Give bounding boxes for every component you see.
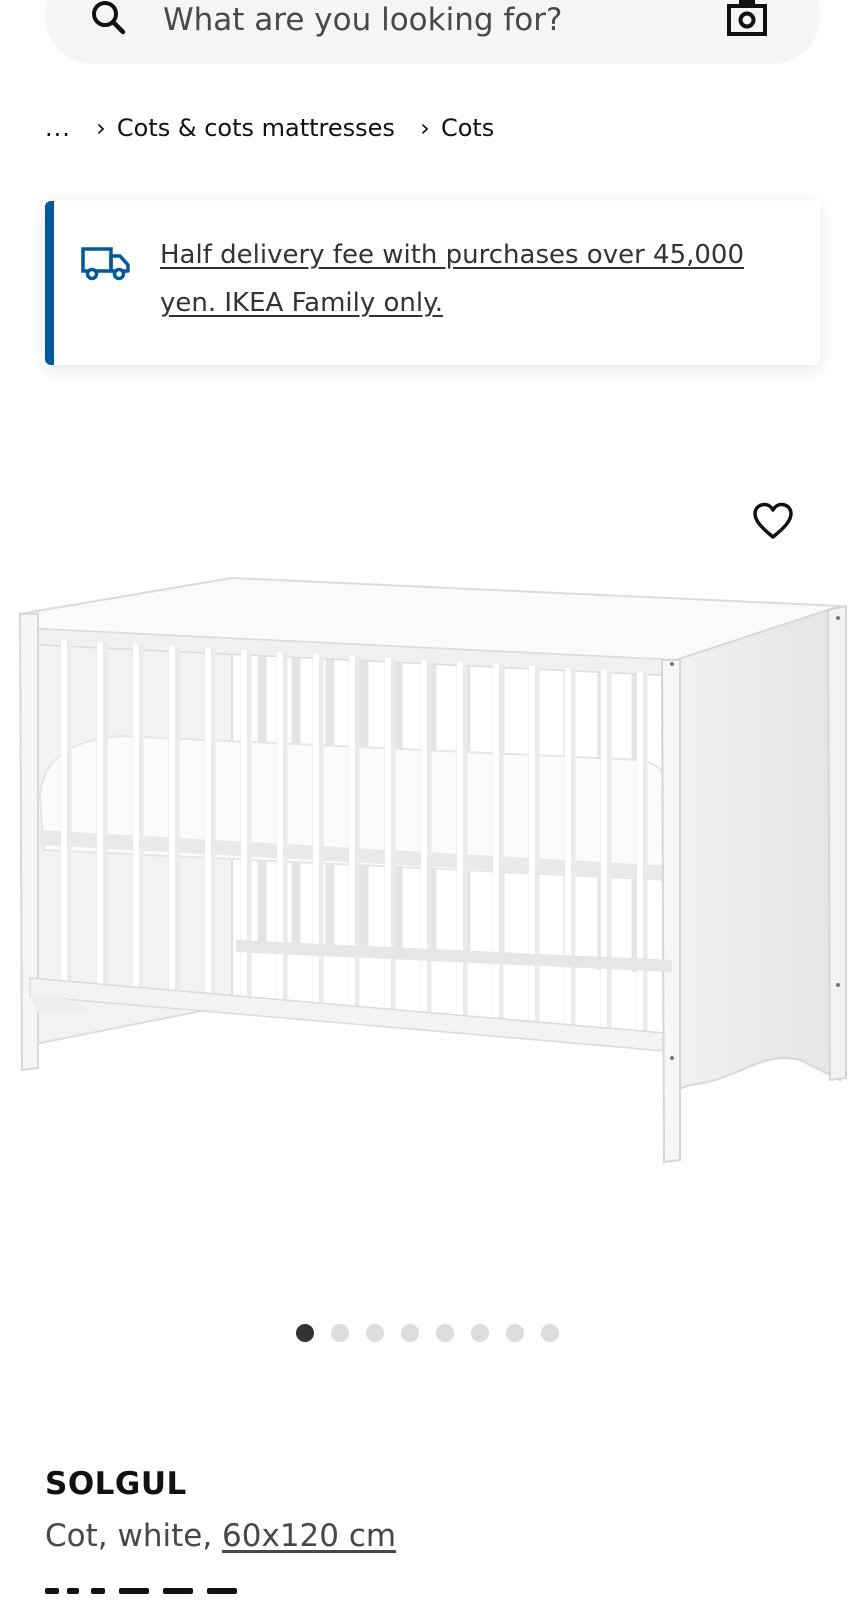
breadcrumb: ... › Cots & cots mattresses › Cots [45, 110, 514, 146]
product-price-cutoff [45, 1588, 255, 1600]
chevron-right-icon: › [96, 114, 106, 142]
camera-icon[interactable] [725, 0, 769, 38]
search-bar[interactable] [45, 0, 820, 64]
product-image-cot[interactable] [0, 420, 864, 1180]
truck-icon [80, 243, 132, 283]
promo-link[interactable]: Half delivery fee with purchases over 45… [160, 231, 800, 327]
carousel-dot[interactable] [471, 1324, 489, 1342]
search-icon[interactable] [89, 0, 129, 38]
product-name: SOLGUL [45, 1466, 187, 1502]
carousel-dot[interactable] [366, 1324, 384, 1342]
image-carousel-dots [296, 1324, 559, 1344]
carousel-dot[interactable] [436, 1324, 454, 1342]
carousel-dot[interactable] [541, 1324, 559, 1342]
product-description-text: Cot, white, [45, 1518, 223, 1554]
chevron-right-icon: › [420, 114, 430, 142]
carousel-dot[interactable] [506, 1324, 524, 1342]
breadcrumb-item-cots-mattresses[interactable]: Cots & cots mattresses [117, 114, 395, 142]
carousel-dot-active[interactable] [296, 1324, 314, 1342]
heart-icon [752, 502, 794, 545]
promo-accent-bar [45, 201, 54, 365]
breadcrumb-item-cots[interactable]: Cots [441, 114, 494, 142]
carousel-dot[interactable] [331, 1324, 349, 1342]
product-size-link[interactable]: 60x120 cm [222, 1518, 396, 1554]
favorite-button[interactable] [750, 500, 796, 546]
carousel-dot[interactable] [401, 1324, 419, 1342]
product-description: Cot, white, 60x120 cm [45, 1518, 396, 1554]
delivery-promo-banner: Half delivery fee with purchases over 45… [45, 201, 820, 365]
search-input[interactable] [163, 0, 683, 42]
breadcrumb-ellipsis[interactable]: ... [45, 114, 71, 142]
